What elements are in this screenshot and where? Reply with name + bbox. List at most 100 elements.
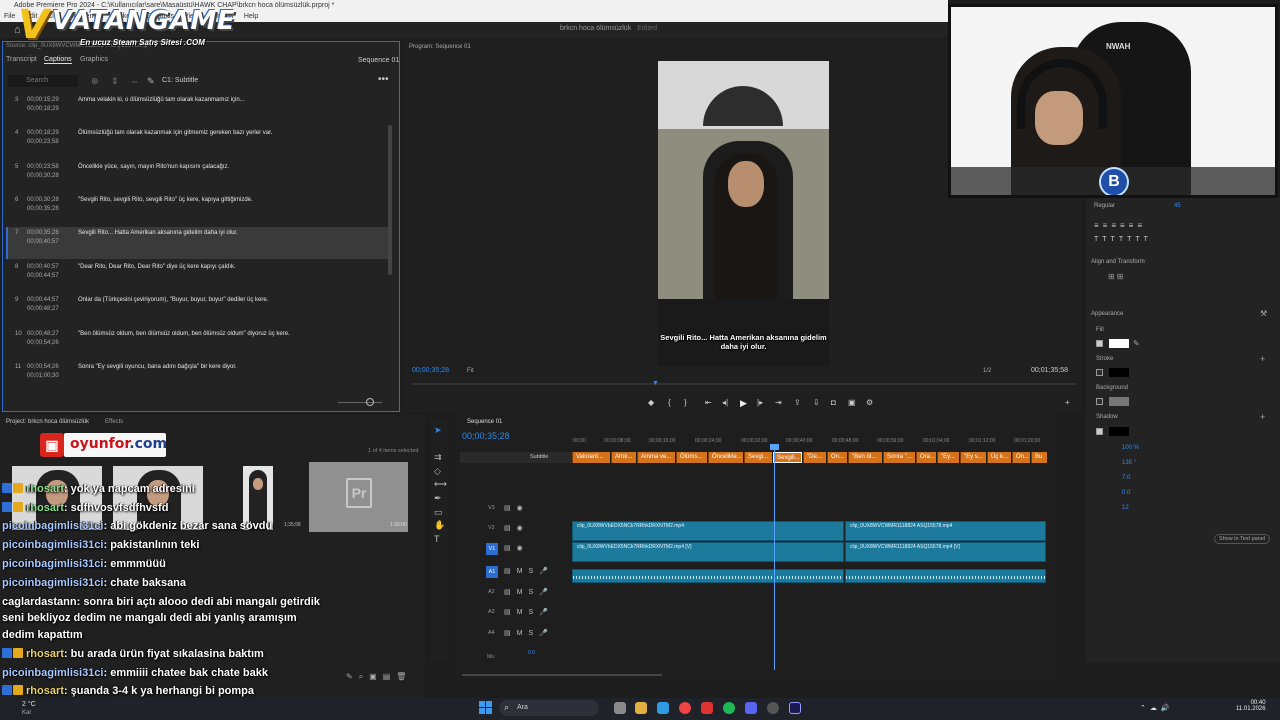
track-controls-icons[interactable]: ▤◉ (504, 524, 529, 532)
caption-text[interactable]: Ölümsüzlüğü tam olarak kazanmak için git… (78, 130, 272, 136)
caption-clip[interactable]: On... (827, 452, 847, 463)
vivaldi-icon[interactable] (701, 702, 713, 714)
shadow-blur[interactable]: 12 (1122, 505, 1129, 511)
add-button-icon[interactable]: + (1065, 398, 1070, 407)
system-tray-icons[interactable]: ⌃☁🔊 (1140, 704, 1174, 712)
caption-clip[interactable]: Ölüms... (676, 452, 707, 463)
chat-username[interactable]: picoinbagimlisi31ci (2, 539, 103, 551)
caption-row[interactable]: 9 00;00;44;57 00;00;48;27 Onlar da (Türk… (6, 294, 388, 326)
split-caption-icon[interactable]: ⇕ (111, 76, 119, 87)
font-size-value[interactable]: 45 (1174, 203, 1181, 209)
track-header-a4[interactable]: A4 ▤MS🎤 (460, 626, 572, 645)
caption-text[interactable]: Amma velakin ki, o ölümsüzlüğü tam olara… (78, 97, 245, 103)
caption-text[interactable]: Sonra "Ey sevgili oyuncu, bana adını bağ… (78, 364, 237, 370)
add-shadow-icon[interactable]: + (1260, 412, 1265, 422)
chat-username[interactable]: picoinbagimlisi31ci (2, 520, 103, 532)
go-to-in-icon[interactable]: ⇤ (705, 398, 712, 407)
audio-clip[interactable] (572, 569, 844, 583)
track-controls-icons[interactable]: ▤◉ (504, 544, 529, 552)
track-controls-icons[interactable]: ▤MS🎤 (504, 608, 554, 616)
shadow-size[interactable]: 0.0 (1122, 490, 1130, 496)
caption-clip-selected[interactable]: Sevgili... (773, 452, 802, 463)
font-style-select[interactable]: Regular (1094, 203, 1115, 209)
chat-username[interactable]: caglardastann (2, 596, 77, 608)
rectangle-tool-icon[interactable]: ▭ (434, 507, 443, 518)
pen-tool-icon[interactable]: ✒ (434, 493, 442, 504)
caption-clip[interactable]: Üç k... (987, 452, 1011, 463)
chat-username[interactable]: rhosart (26, 483, 64, 495)
go-to-out-icon[interactable]: ⇥ (775, 398, 782, 407)
caption-clip[interactable]: Artık... (611, 452, 636, 463)
shadow-checkbox[interactable] (1096, 428, 1103, 435)
background-checkbox[interactable] (1096, 398, 1103, 405)
show-in-text-panel-button[interactable]: Show in Text panel (1214, 534, 1270, 544)
project-toolbar-icons[interactable]: ✎⌕▣▤🗑 (346, 672, 412, 682)
lift-icon[interactable]: ⇪ (794, 398, 801, 407)
text-style-icons[interactable]: TTTTTTT (1094, 236, 1152, 243)
caption-clip[interactable]: Öncelikle... (708, 452, 743, 463)
video-preview[interactable]: Sevgili Rito... Hatta Amerikan aksanına … (658, 61, 829, 366)
caption-clip[interactable]: Ora... (916, 452, 936, 463)
track-controls-icons[interactable]: ▤MS🎤 (504, 629, 554, 637)
caption-text[interactable]: "Ben ölümsüz oldum, ben ölümsüz oldum, b… (78, 331, 290, 337)
caption-text[interactable]: Onlar da (Türkçesini çeviriyorum), "Buyu… (78, 297, 268, 303)
caption-text[interactable]: Öncelikle yüce, sayın, mayın Rito'nun ka… (78, 164, 229, 170)
video-clip[interactable]: clip_0UX8WVCWMR1118824 ASQ15578.mp4 (845, 521, 1046, 541)
mark-out-icon[interactable]: } (684, 398, 687, 407)
caption-clip[interactable]: Sonra "... (883, 452, 915, 463)
extract-icon[interactable]: ⇩ (813, 398, 820, 407)
effects-tab[interactable]: Effects (105, 419, 123, 425)
stroke-color-swatch[interactable] (1109, 368, 1129, 377)
caption-clip[interactable]: "Ben öl... (848, 452, 882, 463)
caption-row[interactable]: 6 00;00;30;28 00;00;35;28 "Sevgili Rito,… (6, 194, 388, 226)
selection-tool-icon[interactable]: ➤ (434, 425, 442, 436)
chat-username[interactable]: rhosart (26, 648, 64, 660)
fill-checkbox[interactable] (1096, 340, 1103, 347)
track-controls-icons[interactable]: ▤◉ (504, 504, 529, 512)
add-stroke-icon[interactable]: + (1260, 354, 1265, 364)
captions-search-input[interactable]: Search (8, 75, 78, 87)
chat-username[interactable]: picoinbagimlisi31ci (2, 667, 103, 679)
video-clip[interactable]: clip_0UX8WVCWMR1118824 ASQ15578.mp4 [V] (845, 542, 1046, 562)
chat-username[interactable]: picoinbagimlisi31ci (2, 577, 103, 589)
caption-track-header[interactable] (460, 452, 572, 463)
timeline-timecode[interactable]: 00;00;35;28 (462, 431, 510, 441)
tab-graphics[interactable]: Graphics (80, 56, 108, 63)
comparison-view-icon[interactable]: ▣ (848, 398, 856, 407)
track-header-v1[interactable]: V1 ▤◉ (460, 541, 572, 560)
program-playhead-icon[interactable]: ▼ (652, 380, 659, 387)
razor-tool-icon[interactable]: ◇ (434, 466, 441, 477)
caption-text[interactable]: "Dear Rito, Dear Rito, Dear Rito" diye ü… (78, 264, 236, 270)
caption-row-selected[interactable]: 7 00;00;35;28 00;00;40;57 Sevgili Rito..… (6, 227, 388, 259)
align-grid-icon[interactable]: ⊞⊞ (1108, 272, 1125, 281)
caption-text[interactable]: "Sevgili Rito, sevgili Rito, sevgili Rit… (78, 197, 253, 203)
background-color-swatch[interactable] (1109, 397, 1129, 406)
step-back-icon[interactable]: ◂| (722, 398, 728, 407)
track-header-v3[interactable]: V3 ▤◉ (460, 501, 572, 520)
video-clip[interactable]: clip_0UX8WVbEDX5NCk7RRhkDRXNTM2.mp4 (572, 521, 844, 541)
timeline-ruler[interactable]: :00;00 00;00;08;00 00;00;16;00 00;00;24;… (572, 438, 1048, 448)
video-clip[interactable]: clip_0UX8WVbEDX5NCk7RRhkDRXNTM2.mp4 [V] (572, 542, 844, 562)
track-select-tool-icon[interactable]: ⇉ (434, 452, 442, 463)
chat-username[interactable]: picoinbagimlisi31ci (2, 558, 103, 570)
caption-clip[interactable]: Valorant... (572, 452, 610, 463)
timeline-playhead-handle[interactable] (770, 444, 779, 450)
fill-color-swatch[interactable] (1109, 339, 1129, 348)
menu-file[interactable]: File (4, 13, 15, 20)
wrench-icon[interactable]: ⚒ (1260, 309, 1267, 318)
caption-row[interactable]: 10 00;00;48;27 00;00;54;26 "Ben ölümsüz … (6, 328, 388, 360)
caption-clip[interactable]: "Ey s... (960, 452, 986, 463)
tab-captions[interactable]: Captions (44, 56, 72, 64)
merge-caption-icon[interactable]: ⇔ (130, 76, 139, 86)
caption-row[interactable]: 3 00;00;15;29 00;00;18;29 Amma velakin k… (6, 94, 388, 126)
edit-pencil-icon[interactable]: ✎ (147, 76, 155, 87)
captions-scrollbar[interactable] (388, 125, 392, 275)
track-controls-icons[interactable]: ▤MS🎤 (504, 567, 554, 575)
discord-icon[interactable] (745, 702, 757, 714)
audio-clip[interactable] (845, 569, 1046, 583)
obs-icon[interactable] (767, 702, 779, 714)
caption-row[interactable]: 8 00;00;40;57 00;00;44;57 "Dear Rito, De… (6, 261, 388, 293)
track-header-a2[interactable]: A2 ▤MS🎤 (460, 585, 572, 604)
export-frame-icon[interactable]: ◘ (831, 398, 836, 407)
timeline-scrollbar[interactable] (462, 674, 662, 676)
